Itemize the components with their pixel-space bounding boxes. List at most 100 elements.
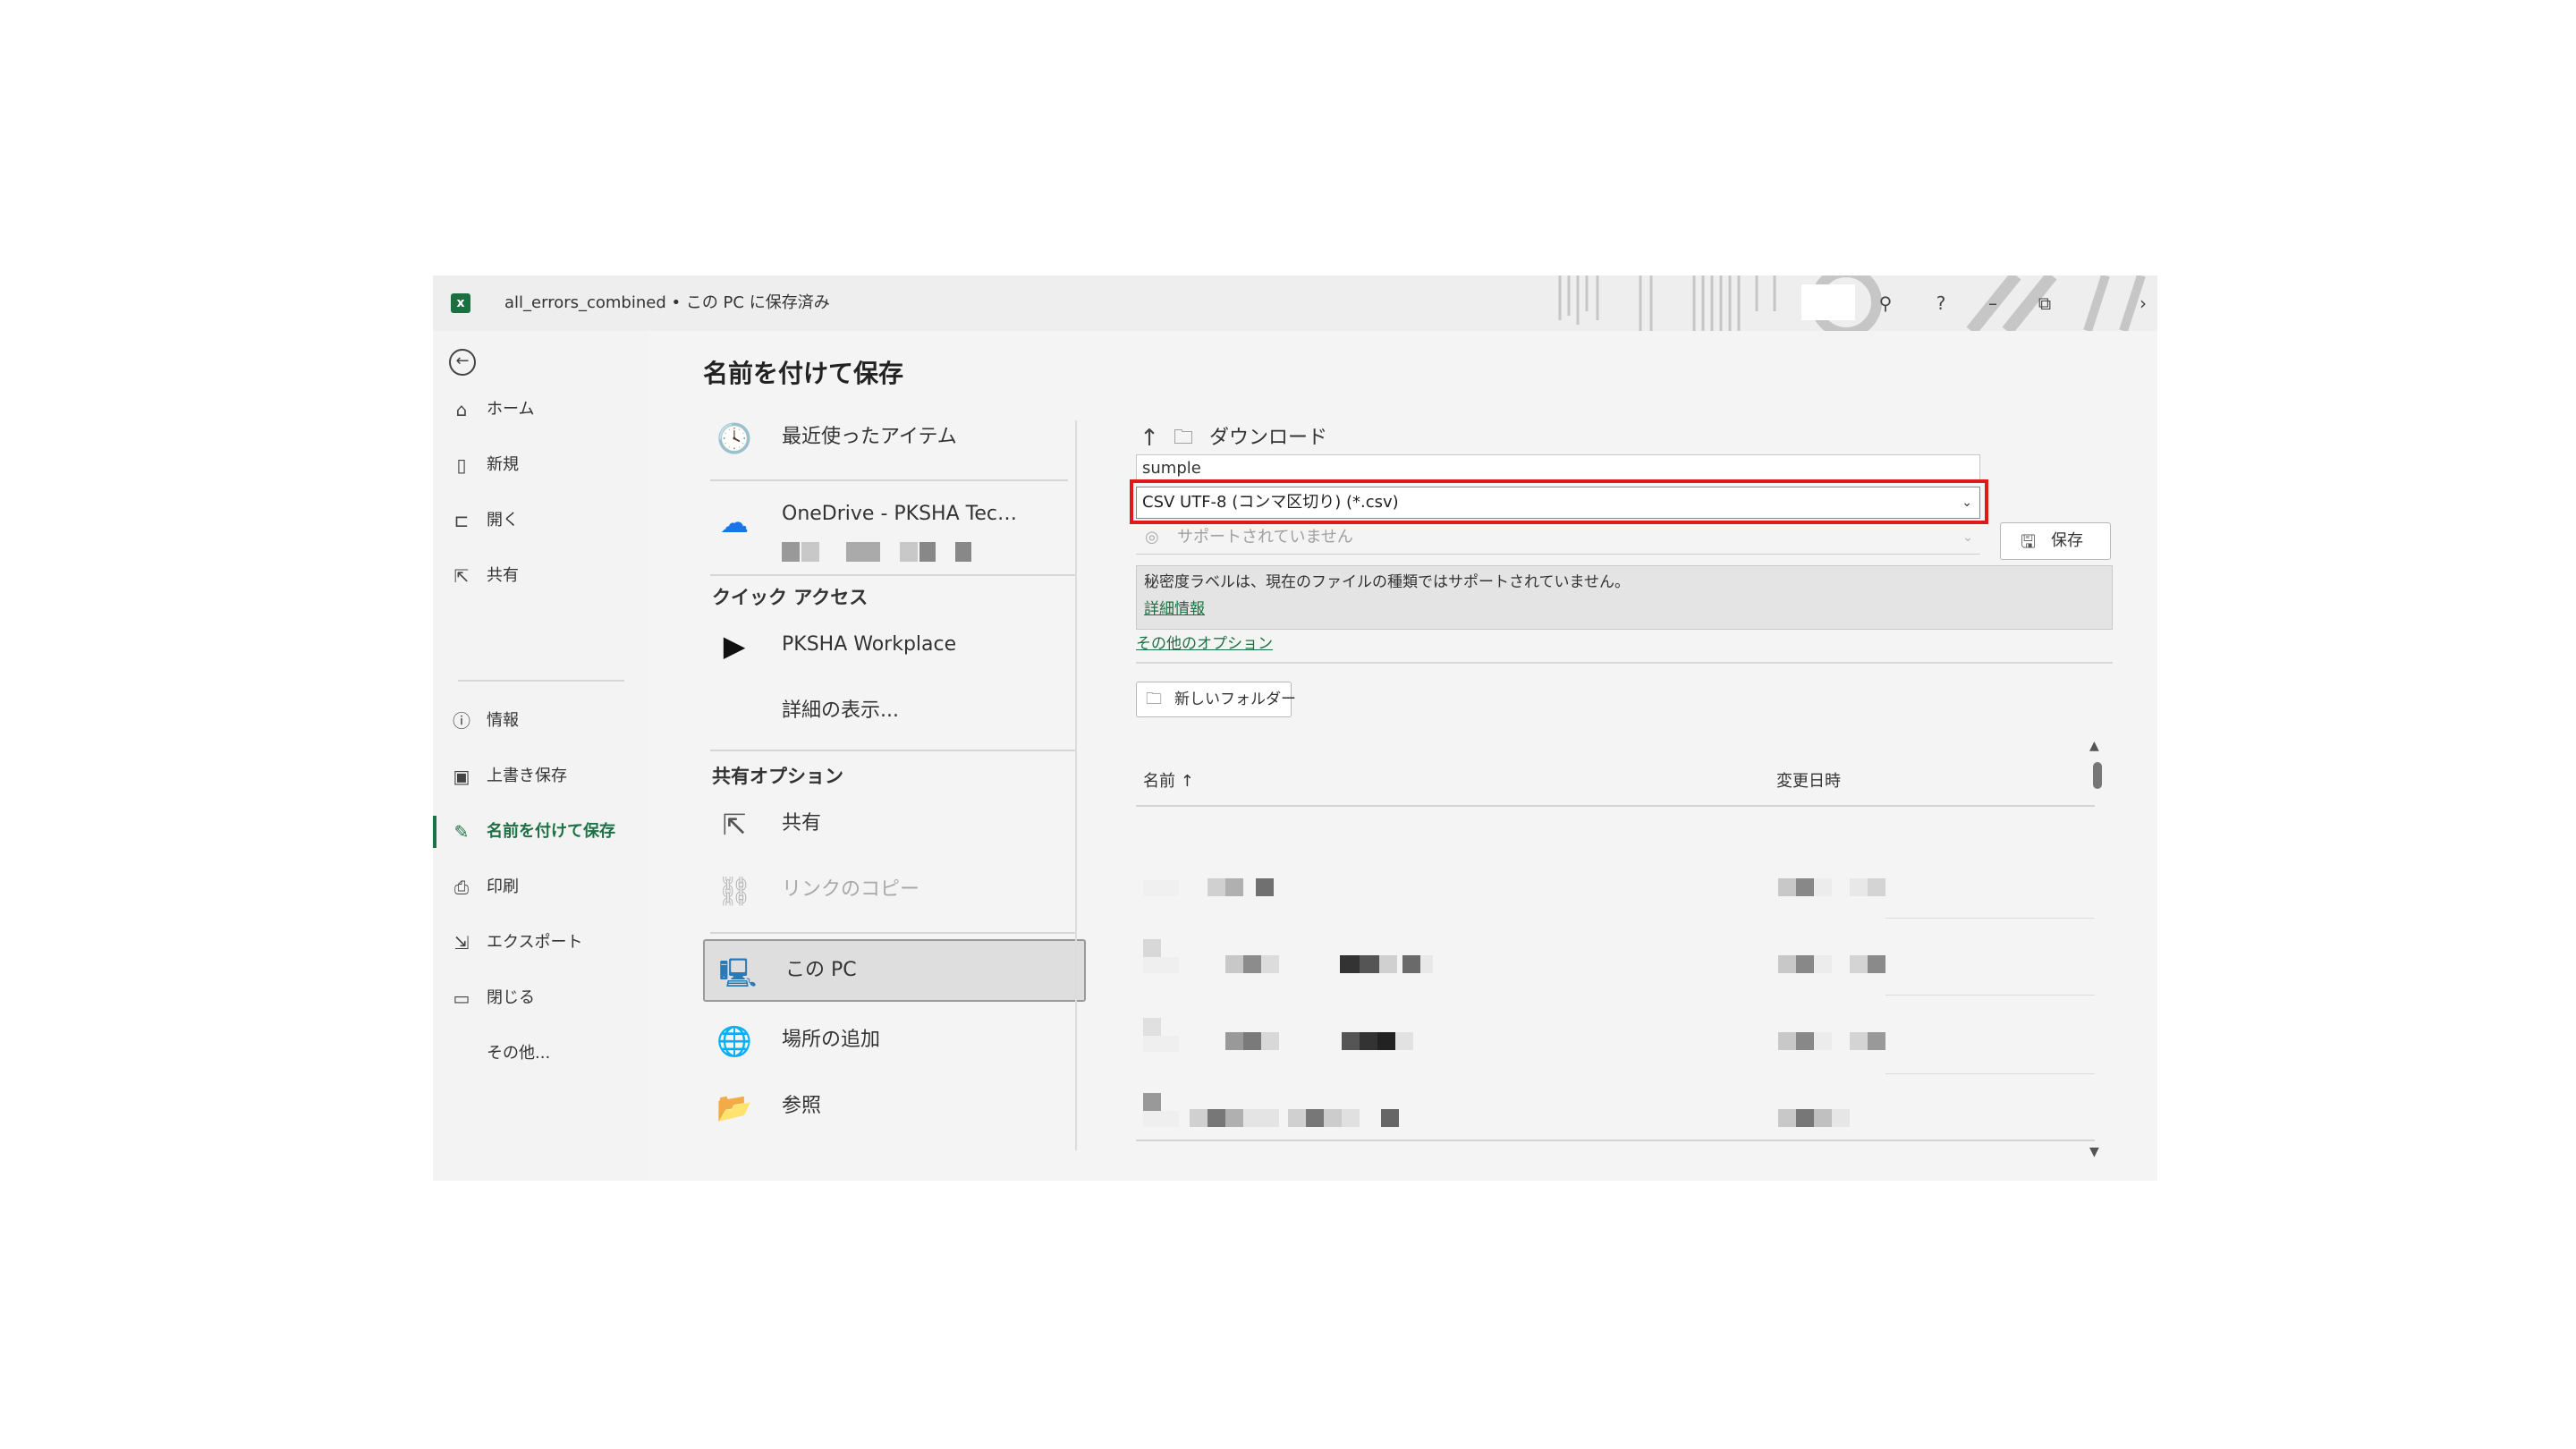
nav-info-label: 情報 [487,711,519,730]
show-more-label: 詳細の表示... [782,699,899,722]
clock-icon: 🕓 [716,421,752,455]
send-arrow-icon: ▶ [723,629,746,663]
location-onedrive[interactable]: ☁ OneDrive - PKSHA Tec… [701,492,1086,571]
nav-close[interactable]: ▭ 閉じる [433,973,648,1023]
nav-new-label: 新規 [487,455,519,474]
nav-new[interactable]: ▯ 新規 [433,440,648,490]
location-share[interactable]: ⇱ 共有 [701,792,1086,855]
redacted-block [1243,1032,1261,1050]
location-this-pc[interactable]: 🖳 この PC [703,939,1086,1002]
nav-export[interactable]: ⇲ エクスポート [433,918,648,968]
redacted-block [1340,955,1360,973]
help-icon[interactable]: ? [1923,288,1959,318]
location-this-pc-label: この PC [785,959,857,981]
close-folder-icon: ▭ [453,987,470,1009]
sensitivity-select: ◎ サポートされていません ⌄ [1136,522,1980,555]
nav-divider [458,680,624,682]
redacted-block [1288,1109,1306,1127]
row-divider [1885,995,2095,996]
column-header-name[interactable]: 名前 ↑ [1143,764,1194,800]
column-header-modified[interactable]: 変更日時 [1776,764,1841,800]
redacted-block [1143,1018,1161,1036]
back-arrow-icon[interactable]: ← [449,349,476,376]
location-recent-label: 最近使ったアイテム [782,426,957,448]
redacted-block [900,542,918,562]
nav-home-label: ホーム [487,400,535,419]
redacted-block [1850,1032,1868,1050]
location-add-place[interactable]: 🌐 場所の追加 [701,1009,1086,1072]
redacted-block [1256,878,1274,896]
redacted-block [801,542,819,562]
sensitivity-icon: ◎ [1145,528,1159,547]
nav-close-label: 閉じる [487,988,535,1007]
new-folder-icon: 🗀 [1146,690,1162,708]
globe-plus-icon: 🌐 [716,1024,752,1058]
redacted-block [1225,1032,1243,1050]
nav-share[interactable]: ⇱ 共有 [433,551,648,601]
pane-divider [1075,420,1077,1150]
scroll-up-arrow-icon[interactable]: ▲ [2089,739,2099,753]
redacted-block [1868,1032,1885,1050]
redacted-block [1850,955,1868,973]
excel-icon: x [451,293,470,313]
nav-export-label: エクスポート [487,933,583,952]
details-link[interactable]: 詳細情報 [1144,597,1205,622]
nav-info[interactable]: ⓘ 情報 [433,696,648,746]
redacted-block [1360,955,1379,973]
location-pksha-workplace[interactable]: ▶ PKSHA Workplace [701,614,1086,676]
save-as-panel: 名前を付けて保存 🕓 最近使ったアイテム ☁ OneDrive - PKSHA … [648,331,2157,1181]
redacted-block [1190,1109,1208,1127]
new-folder-button[interactable]: 🗀 新しいフォルダー [1136,682,1296,717]
nav-save-as[interactable]: ✎ 名前を付けて保存 [433,807,648,857]
nav-home[interactable]: ⌂ ホーム [433,385,648,435]
nav-save[interactable]: ▣ 上書き保存 [433,751,648,801]
up-arrow-icon[interactable]: ↑ [1138,424,1161,453]
scroll-down-arrow-icon[interactable]: ▼ [2089,1145,2099,1159]
location-browse[interactable]: 📂 参照 [701,1075,1086,1138]
redacted-block [1143,880,1179,896]
redacted-block [955,542,971,562]
divider [710,932,1075,934]
save-button[interactable]: 🖫 保存 [2000,522,2111,560]
nav-print-label: 印刷 [487,877,519,896]
info-message: 秘密度ラベルは、現在のファイルの種類ではサポートされていません。 [1144,573,1630,591]
redacted-block [1143,1111,1179,1127]
nav-print[interactable]: ⎙ 印刷 [433,862,648,912]
location-recent[interactable]: 🕓 最近使ったアイテム [701,406,1086,469]
redacted-block [1850,878,1868,896]
redacted-block [1342,1032,1360,1050]
nav-open[interactable]: ⊏ 開く [433,496,648,546]
redacted-block [1261,955,1279,973]
nav-more[interactable]: その他... [433,1029,648,1079]
redacted-block [1342,1109,1360,1127]
cloud-icon: ☁ [720,505,749,539]
redacted-block [1796,1032,1814,1050]
redacted-block [1778,1109,1796,1127]
feedback-icon[interactable]: ⚲ [1868,288,1903,318]
redacted-block [1796,1109,1814,1127]
title-bar: x all_errors_combined • この PC に保存済み ⚲ ? … [433,275,2157,331]
print-icon: ⎙ [454,877,469,898]
redacted-block [1814,1109,1832,1127]
redacted-block [1377,1032,1395,1050]
export-icon: ⇲ [453,932,470,953]
redacted-block [1225,955,1243,973]
restore-button[interactable]: ⧉ [2027,288,2063,318]
redacted-block [1379,955,1397,973]
redacted-block [1243,1109,1279,1127]
minimize-button[interactable]: – [1975,288,2011,318]
more-options-link[interactable]: その他のオプション [1136,631,1273,657]
location-share-label: 共有 [782,812,822,835]
breadcrumb[interactable]: ダウンロード [1209,420,1327,456]
redacted-block [846,542,880,562]
nav-save-label: 上書き保存 [487,767,567,785]
scrollbar-thumb[interactable] [2093,762,2102,789]
info-icon: ⓘ [453,710,470,732]
redacted-block [1243,955,1261,973]
redacted-block [1778,878,1796,896]
redacted-block [1143,1093,1161,1111]
folder-icon: 🗀 [1174,427,1194,449]
close-button[interactable]: › [2125,288,2157,318]
show-more-link[interactable]: 詳細の表示... [701,680,1086,742]
page-title: 名前を付けて保存 [703,359,904,388]
